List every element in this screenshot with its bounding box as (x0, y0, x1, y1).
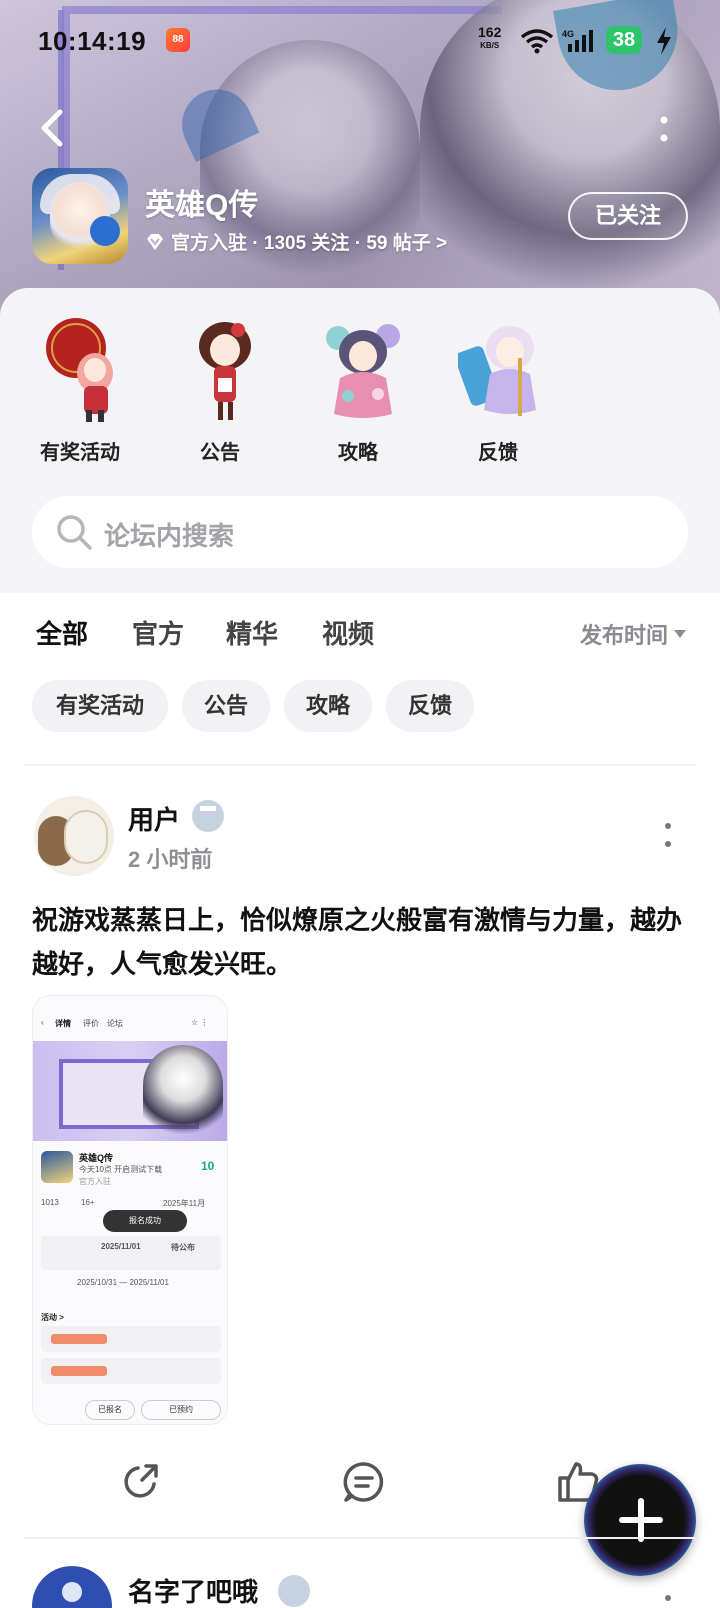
post-time: 2 小时前 (128, 847, 213, 872)
screenshot-stat2: 16+ (81, 1198, 95, 1207)
tab-official[interactable]: 官方 (132, 614, 184, 651)
category-label: 攻略 (338, 442, 378, 464)
category-row: 有奖活动 公告 攻略 反馈 (0, 318, 720, 468)
redpacket-girl-art-icon (46, 318, 113, 422)
screenshot-date: 2025年11月 (163, 1199, 206, 1208)
more-options-icon[interactable] (656, 112, 672, 148)
screenshot-game-icon (41, 1151, 73, 1183)
category-label: 公告 (200, 442, 240, 464)
game-name: 英雄Q传 (145, 189, 259, 222)
category-label: 反馈 (478, 442, 518, 464)
screenshot-toast: 报名成功 (103, 1210, 187, 1232)
comment-icon[interactable] (342, 1460, 386, 1504)
charging-icon (657, 27, 671, 55)
screenshot-period: 2025/10/31 — 2025/11/01 (77, 1278, 169, 1287)
screenshot-activity-2 (41, 1358, 221, 1384)
battery-level: 38 (606, 26, 642, 54)
category-feedback[interactable]: 反馈 (438, 318, 558, 468)
post-image[interactable]: ‹ 详情 评价 论坛 ☆ ⋮ 英雄Q传 今天10点 开启测试下载 官方入驻 10… (32, 995, 228, 1425)
category-announcement[interactable]: 公告 (160, 318, 280, 468)
screenshot-test-card: 2025/11/01 待公布 (41, 1236, 221, 1270)
avatar[interactable] (34, 796, 114, 876)
tab-all[interactable]: 全部 (36, 614, 88, 658)
sort-label: 发布时间 (580, 623, 669, 648)
divider (24, 764, 696, 766)
chip-announcement[interactable]: 公告 (182, 680, 270, 732)
post-author[interactable]: 用户 (128, 800, 180, 837)
category-guide[interactable]: 攻略 (298, 318, 418, 468)
feedback-girl-art-icon (458, 326, 536, 416)
chip-guide[interactable]: 攻略 (284, 680, 372, 732)
guide-girl-art-icon (326, 324, 400, 418)
post-more-icon[interactable] (662, 1592, 674, 1606)
status-time: 10:14:19 (38, 26, 147, 56)
caret-down-icon (674, 630, 687, 638)
post-author[interactable]: 名字了吧哦 (128, 1572, 258, 1608)
net-speed: 162 KB/S (478, 24, 502, 50)
forum-search-bar[interactable]: 论坛内搜索 (32, 496, 688, 568)
divider (24, 1537, 696, 1539)
tab-video[interactable]: 视频 (322, 614, 374, 651)
chip-rewards[interactable]: 有奖活动 (32, 680, 168, 732)
search-placeholder: 论坛内搜索 (104, 521, 235, 551)
category-label: 有奖活动 (40, 442, 120, 464)
sort-dropdown[interactable]: 发布时间 (580, 618, 687, 650)
signal-icon: 4G (562, 29, 593, 52)
screenshot-topbar: ‹ 详情 评价 论坛 ☆ ⋮ (41, 1018, 209, 1028)
screenshot-official: 官方入驻 (79, 1177, 111, 1186)
game-meta-text: 官方入驻 · 1305 关注 · 59 帖子 > (171, 233, 448, 254)
tab-featured[interactable]: 精华 (226, 614, 278, 651)
screenshot-banner (33, 1041, 227, 1141)
user-level-badge-icon (192, 800, 224, 832)
svg-text:4G: 4G (562, 29, 574, 39)
back-arrow-icon[interactable] (36, 108, 70, 148)
game-meta[interactable]: 官方入驻 · 1305 关注 · 59 帖子 > (145, 228, 447, 255)
category-rewards[interactable]: 有奖活动 (20, 318, 140, 468)
announcement-girl-art-icon (199, 322, 251, 420)
share-icon[interactable] (118, 1460, 162, 1504)
status-bar: 10:14:19 88 162 KB/S 4G 38 (0, 0, 720, 80)
create-post-button[interactable] (584, 1464, 696, 1576)
follow-button[interactable]: 已关注 (568, 192, 688, 240)
screenshot-signed-button: 已报名 (85, 1400, 135, 1420)
wifi-icon (520, 29, 554, 54)
screenshot-activity: 活动 > (41, 1313, 64, 1322)
user-level-badge-icon (278, 1575, 310, 1607)
screenshot-reserved-button: 已预约 (141, 1400, 221, 1420)
app-notification-icon: 88 (166, 28, 190, 52)
game-icon[interactable] (32, 168, 128, 264)
diamond-icon (147, 233, 163, 250)
screenshot-stat1: 1013 (41, 1198, 59, 1207)
search-icon (57, 515, 92, 550)
screenshot-activity-1 (41, 1326, 221, 1352)
post-more-icon[interactable] (662, 822, 674, 848)
chip-feedback[interactable]: 反馈 (386, 680, 474, 732)
screenshot-score: 10 (201, 1159, 215, 1173)
post-content[interactable]: 祝游戏蒸蒸日上，恰似燎原之火般富有激情与力量，越办越好，人气愈发兴旺。 (32, 898, 688, 986)
screenshot-subtitle: 今天10点 开启测试下载 (79, 1165, 163, 1174)
screenshot-game-title: 英雄Q传 (79, 1153, 114, 1163)
